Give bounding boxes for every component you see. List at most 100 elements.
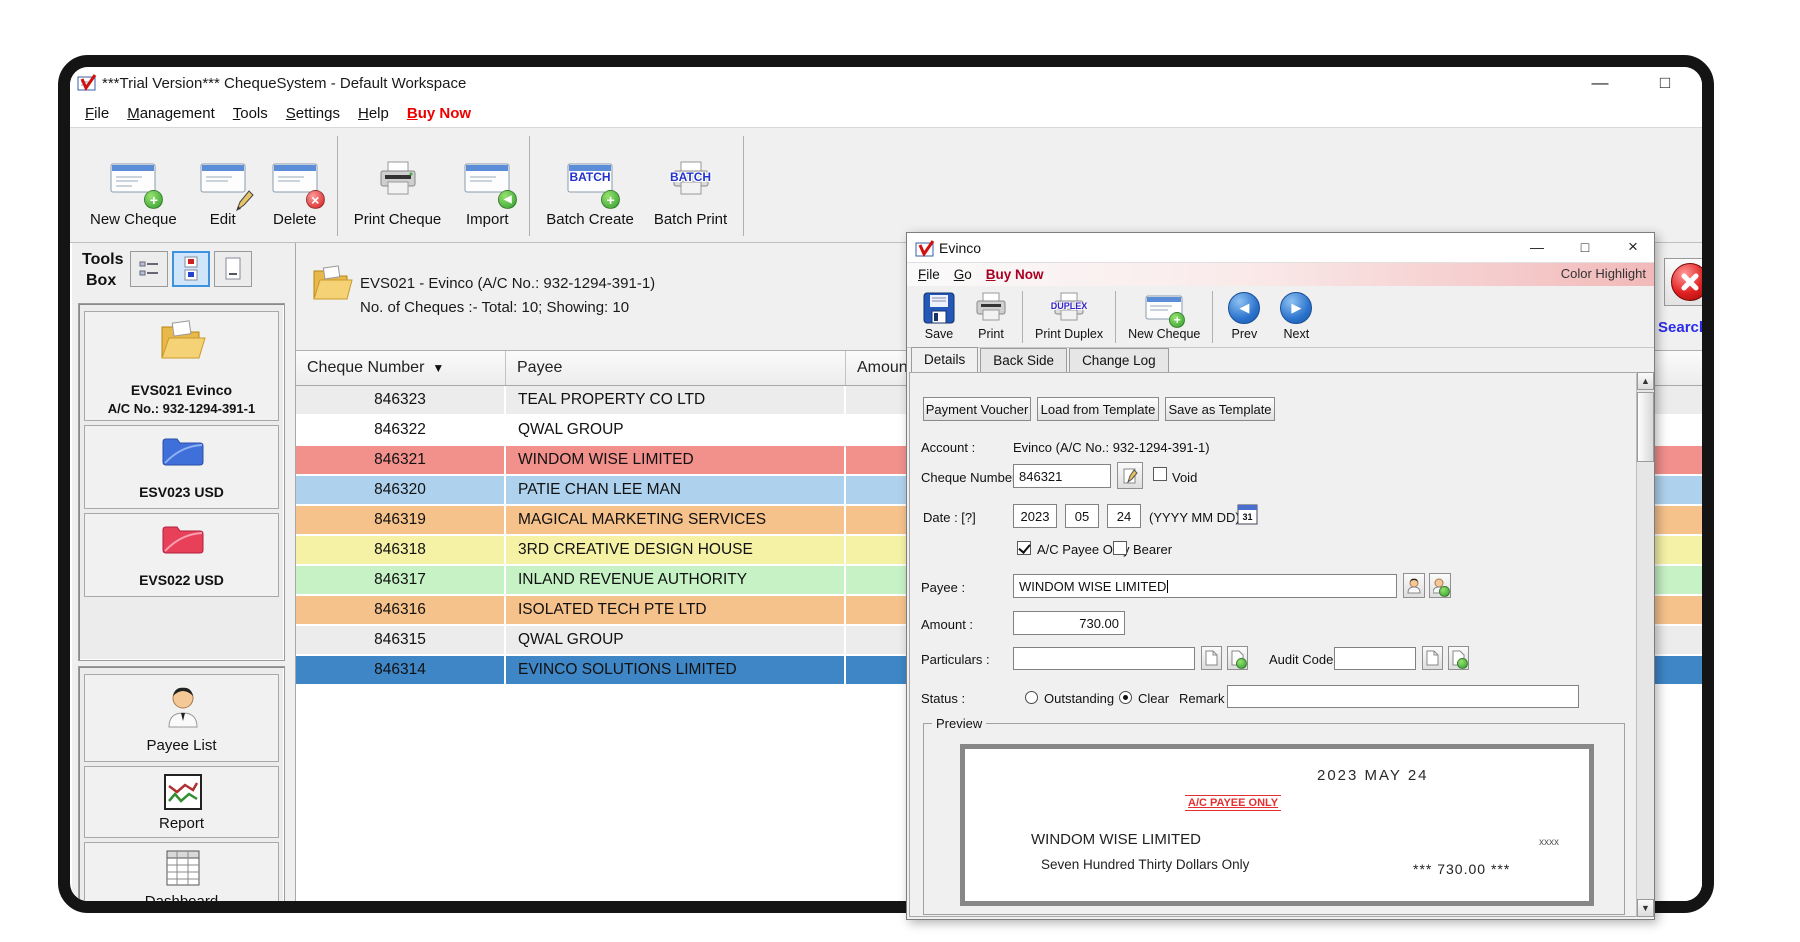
pencil-icon <box>1122 467 1138 485</box>
scroll-up-icon[interactable]: ▲ <box>1637 372 1654 390</box>
dialog-minimize-button[interactable]: — <box>1522 235 1552 259</box>
edit-button[interactable]: Edit <box>187 136 259 232</box>
status-outstanding-label: Outstanding <box>1044 691 1114 706</box>
batch-print-button[interactable]: BATCH Batch Print <box>644 136 737 232</box>
payee-input[interactable]: WINDOM WISE LIMITED <box>1013 574 1397 598</box>
preview-amount-words: Seven Hundred Thirty Dollars Only <box>1041 857 1249 872</box>
svg-text:31: 31 <box>1242 512 1252 522</box>
print-button[interactable]: Print <box>965 289 1017 343</box>
payment-voucher-button[interactable]: Payment Voucher <box>923 397 1031 421</box>
folder-open-icon <box>157 320 207 364</box>
text-caret <box>1167 580 1168 593</box>
prev-icon: ◀ <box>1228 292 1260 324</box>
date-month-input[interactable]: 05 <box>1065 504 1099 528</box>
pencil-icon <box>233 189 255 213</box>
delete-button[interactable]: × Delete <box>259 136 331 232</box>
search-link[interactable]: Search] <box>1658 319 1713 336</box>
color-highlight-menu[interactable]: Color Highlight <box>1561 266 1646 281</box>
new-cheque-button[interactable]: + New Cheque <box>80 136 187 232</box>
dialog-toolbar: Save Print DUPLEX Print Duplex + New Che… <box>907 286 1654 348</box>
dialog-menubar: FileGoBuy Now Color Highlight <box>907 263 1654 286</box>
import-button[interactable]: ◀ Import <box>451 136 523 232</box>
sort-desc-icon: ▼ <box>432 361 444 375</box>
sidebar-account-esv023[interactable]: ESV023 USD <box>84 425 279 509</box>
particulars-input[interactable] <box>1013 647 1195 670</box>
calendar-icon[interactable]: 31 <box>1237 502 1258 526</box>
sidebar-account-evs022[interactable]: EVS022 USD <box>84 513 279 597</box>
save-button[interactable]: Save <box>913 289 965 343</box>
duplex-printer-icon: DUPLEX <box>1050 291 1088 324</box>
sidebar-account-evs021[interactable]: EVS021 Evinco A/C No.: 932-1294-391-1 <box>84 311 279 421</box>
scroll-down-icon[interactable]: ▼ <box>1637 899 1654 917</box>
tab-back-side[interactable]: Back Side <box>980 348 1067 372</box>
audit-add-button[interactable] <box>1448 646 1469 670</box>
cheque-number-input[interactable]: 846321 <box>1013 464 1111 488</box>
particulars-list-button[interactable] <box>1201 646 1222 670</box>
toolbar-separator <box>529 136 530 236</box>
add-payee-button[interactable] <box>1429 573 1451 598</box>
status-clear-radio[interactable] <box>1119 691 1132 704</box>
close-button[interactable]: × <box>1706 69 1714 97</box>
document-icon <box>1426 650 1439 666</box>
scrollbar-thumb[interactable] <box>1637 392 1654 462</box>
save-as-template-button[interactable]: Save as Template <box>1165 397 1275 421</box>
dialog-scrollbar[interactable]: ▲ ▼ <box>1636 372 1654 917</box>
void-checkbox[interactable] <box>1153 467 1167 481</box>
toolbar-separator <box>743 136 744 236</box>
print-duplex-button[interactable]: DUPLEX Print Duplex <box>1028 289 1110 343</box>
dialog-menu-item[interactable]: Buy Now <box>979 265 1051 284</box>
menu-item[interactable]: Tools <box>224 102 277 125</box>
bearer-checkbox[interactable] <box>1113 541 1127 555</box>
cheque-edit-icon <box>197 153 249 205</box>
menu-item[interactable]: Management <box>118 102 224 125</box>
menu-item[interactable]: Buy Now <box>398 102 480 125</box>
person-icon <box>1407 578 1421 594</box>
account-header-line2: No. of Cheques :- Total: 10; Showing: 10 <box>360 299 629 316</box>
dialog-menu-item[interactable]: File <box>911 265 947 284</box>
particulars-add-button[interactable] <box>1227 646 1248 670</box>
next-button[interactable]: ▶ Next <box>1270 289 1322 343</box>
select-payee-button[interactable] <box>1403 573 1425 598</box>
menu-item[interactable]: Settings <box>277 102 349 125</box>
clear-search-button[interactable] <box>1664 258 1714 306</box>
column-header-payee[interactable]: Payee <box>506 351 846 385</box>
tab-details[interactable]: Details <box>911 347 978 373</box>
status-clear-label: Clear <box>1138 691 1169 706</box>
sidebar-item-report[interactable]: Report <box>84 766 279 838</box>
load-from-template-button[interactable]: Load from Template <box>1037 397 1159 421</box>
folder-red-icon <box>161 522 205 556</box>
sidebar-item-dashboard[interactable]: Dashboard <box>84 842 279 913</box>
date-day-input[interactable]: 24 <box>1107 504 1141 528</box>
audit-code-input[interactable] <box>1334 647 1416 670</box>
dialog-new-cheque-button[interactable]: + New Cheque <box>1121 289 1207 343</box>
tab-change-log[interactable]: Change Log <box>1069 348 1169 372</box>
window-title: ***Trial Version*** ChequeSystem - Defau… <box>102 75 466 92</box>
minimize-button[interactable]: — <box>1580 69 1620 97</box>
view-toggle-list[interactable] <box>130 251 168 287</box>
toolbar-separator <box>1022 291 1023 343</box>
date-year-input[interactable]: 2023 <box>1013 504 1057 528</box>
audit-list-button[interactable] <box>1422 646 1443 670</box>
batch-create-button[interactable]: BATCH + Batch Create <box>536 136 644 232</box>
view-toggle-cards[interactable] <box>172 251 210 287</box>
status-outstanding-radio[interactable] <box>1025 691 1038 704</box>
maximize-button[interactable]: □ <box>1645 69 1685 97</box>
tools-panel: Payee List Report Dashboard <box>78 666 285 913</box>
ac-payee-only-checkbox[interactable] <box>1017 541 1031 555</box>
dialog-menu-item[interactable]: Go <box>947 265 979 284</box>
menu-item[interactable]: File <box>76 102 118 125</box>
dialog-close-button[interactable]: × <box>1618 235 1648 259</box>
column-header-cheque-number[interactable]: Cheque Number ▼ <box>296 351 506 385</box>
dialog-maximize-button[interactable]: □ <box>1570 235 1600 259</box>
sidebar-item-payee-list[interactable]: Payee List <box>84 674 279 762</box>
print-cheque-button[interactable]: Print Cheque <box>344 136 452 232</box>
edit-number-button[interactable] <box>1117 462 1143 489</box>
menu-item[interactable]: Help <box>349 102 398 125</box>
prev-button[interactable]: ◀ Prev <box>1218 289 1270 343</box>
view-toggle-blank[interactable] <box>214 251 252 287</box>
amount-input[interactable]: 730.00 <box>1013 611 1125 635</box>
main-titlebar: ***Trial Version*** ChequeSystem - Defau… <box>70 67 1702 100</box>
remark-input[interactable] <box>1227 685 1579 708</box>
blank-view-icon <box>224 256 242 282</box>
next-icon: ▶ <box>1280 292 1312 324</box>
